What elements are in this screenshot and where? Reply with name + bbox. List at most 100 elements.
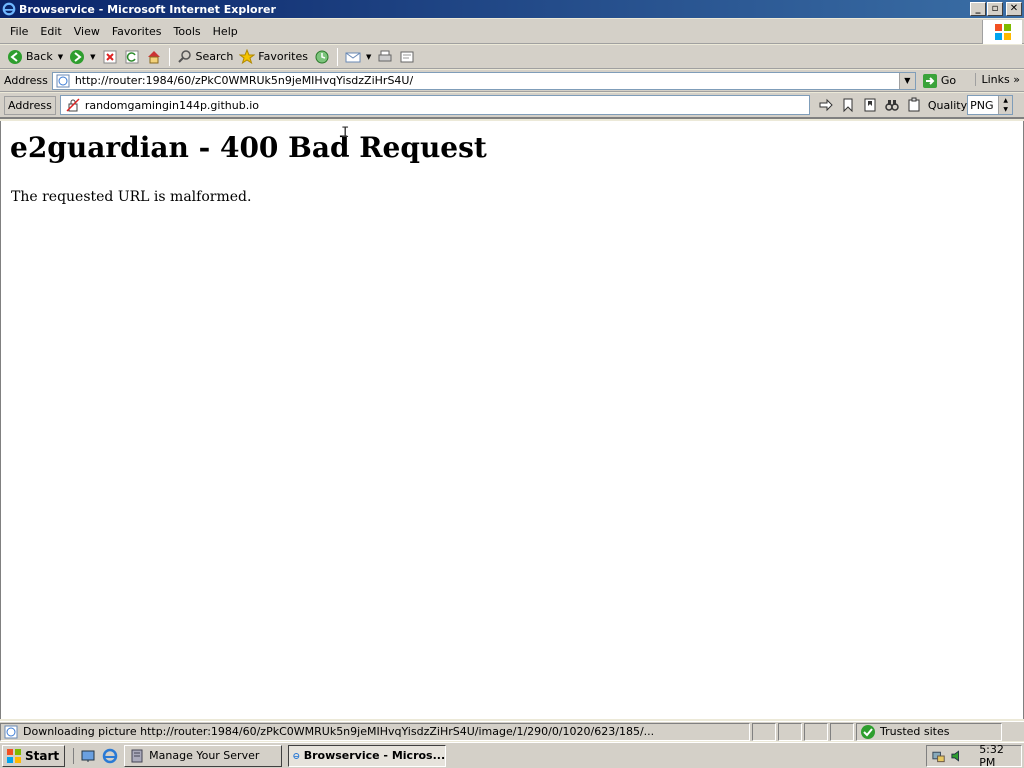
print-button[interactable]: [374, 46, 396, 68]
quick-launch: [73, 747, 118, 764]
edit-page-icon: [400, 51, 414, 62]
back-button[interactable]: Back ▼: [4, 46, 66, 68]
refresh-icon: [125, 50, 138, 63]
forward-arrow-icon: [70, 49, 85, 64]
chevron-down-icon[interactable]: ▼: [90, 53, 95, 61]
browservice-url: randomgamingin144p.github.io: [84, 98, 259, 112]
address-dropdown-button[interactable]: ▼: [898, 72, 915, 89]
menu-edit[interactable]: Edit: [34, 25, 67, 38]
printer-icon: [378, 50, 392, 61]
edit-button[interactable]: [396, 46, 418, 68]
mail-icon: [345, 52, 361, 62]
window-title: Browservice - Microsoft Internet Explore…: [19, 2, 276, 16]
history-icon: [315, 50, 329, 63]
chevron-right-icon: »: [1013, 73, 1020, 86]
browservice-toolbar: Address randomgamingin144p.github.io Qua…: [0, 93, 1024, 119]
status-cell: [830, 722, 854, 741]
links-toolbar[interactable]: Links »: [974, 73, 1020, 86]
back-arrow-icon: [8, 49, 22, 64]
chevron-down-icon[interactable]: ▼: [366, 53, 371, 61]
navigate-arrow-icon[interactable]: [818, 97, 834, 113]
address-input[interactable]: http://router:1984/60/zPkC0WMRUk5n9jeMIH…: [51, 71, 916, 90]
standard-toolbar: Back ▼ ▼ Search Favorites ▼: [0, 45, 1024, 69]
page-icon: [56, 74, 70, 87]
show-desktop-icon[interactable]: [80, 748, 96, 764]
security-zone[interactable]: Trusted sites: [856, 722, 1002, 741]
chevron-down-icon[interactable]: ▼: [58, 53, 63, 61]
title-bar: Browservice - Microsoft Internet Explore…: [0, 0, 1024, 18]
task-browservice[interactable]: Browservice - Micros...: [288, 744, 447, 767]
forward-button[interactable]: ▼: [66, 46, 98, 68]
text-cursor-icon: I: [341, 125, 350, 141]
favorites-button[interactable]: Favorites: [236, 46, 311, 68]
task-manage-your-server[interactable]: Manage Your Server: [124, 744, 283, 767]
windows-logo-icon: [7, 748, 21, 763]
ie-icon: [293, 752, 300, 759]
quality-label: Quality: [927, 98, 968, 112]
start-label: Start: [25, 748, 60, 763]
address-label: Address: [4, 74, 48, 87]
start-button[interactable]: Start: [2, 744, 66, 767]
browservice-address-input[interactable]: randomgamingin144p.github.io: [59, 95, 810, 115]
status-text-area: Downloading picture http://router:1984/6…: [0, 722, 750, 741]
bookmark-icon[interactable]: [840, 97, 856, 113]
back-label: Back: [26, 50, 53, 63]
task-label: Manage Your Server: [149, 749, 260, 762]
ie-icon[interactable]: [102, 748, 118, 764]
status-bar: Downloading picture http://router:1984/6…: [0, 721, 1024, 741]
links-label: Links: [981, 73, 1010, 86]
browservice-address-label: Address: [4, 95, 56, 115]
refresh-button[interactable]: [121, 46, 143, 68]
close-button[interactable]: ✕: [1006, 2, 1022, 16]
menu-file[interactable]: File: [4, 25, 34, 38]
menu-help[interactable]: Help: [207, 25, 244, 38]
window-controls: _ ▫ ✕: [969, 2, 1022, 16]
quality-spinner[interactable]: ▲ ▼: [998, 96, 1013, 114]
maximize-button[interactable]: ▫: [987, 2, 1003, 16]
ie-icon: [2, 2, 16, 16]
server-icon: [131, 749, 143, 762]
find-icon[interactable]: [884, 97, 900, 113]
address-bar: Address http://router:1984/60/zPkC0WMRUk…: [0, 70, 1024, 92]
stop-button[interactable]: [99, 46, 121, 68]
task-label: Browservice - Micros...: [303, 749, 446, 762]
page-content[interactable]: e2guardian - 400 Bad Request The request…: [0, 121, 1024, 719]
clipboard-icon[interactable]: [906, 97, 922, 113]
menu-favorites[interactable]: Favorites: [106, 25, 168, 38]
quality-value: PNG: [970, 98, 994, 112]
clock[interactable]: 5:32 PM: [979, 743, 1021, 768]
quality-selector[interactable]: PNG ▲ ▼: [967, 95, 1014, 115]
go-arrow-icon: [922, 73, 937, 88]
go-button[interactable]: Go: [922, 73, 956, 89]
page-loading-icon: [4, 725, 18, 738]
system-tray: 5:32 PM: [926, 743, 1022, 768]
status-cell: [804, 722, 828, 741]
toolbar-separator: [337, 47, 338, 66]
search-label: Search: [195, 50, 234, 63]
menu-bar: File Edit View Favorites Tools Help: [0, 19, 1024, 44]
mail-button[interactable]: ▼: [342, 46, 374, 68]
home-button[interactable]: [143, 46, 165, 68]
network-icon[interactable]: [931, 748, 946, 764]
search-icon: [177, 49, 191, 63]
bookmarks-list-icon[interactable]: [862, 97, 878, 113]
insecure-lock-icon: [66, 98, 80, 112]
taskbar: Start Manage Your Server Browservice - M…: [0, 742, 1024, 768]
security-zone-label: Trusted sites: [880, 725, 950, 738]
go-label: Go: [940, 74, 957, 87]
history-button[interactable]: [311, 46, 333, 68]
star-icon: [239, 48, 256, 64]
home-icon: [147, 50, 160, 63]
menu-tools[interactable]: Tools: [168, 25, 207, 38]
minimize-button[interactable]: _: [970, 2, 986, 16]
menu-view[interactable]: View: [68, 25, 106, 38]
volume-icon[interactable]: [950, 748, 965, 764]
status-cell: [752, 722, 776, 741]
page-message: The requested URL is malformed.: [11, 189, 252, 205]
page-heading: e2guardian - 400 Bad Request: [10, 131, 487, 164]
windows-logo-icon: [982, 20, 1022, 44]
status-cell: [778, 722, 802, 741]
favorites-label: Favorites: [258, 50, 308, 63]
status-text: Downloading picture http://router:1984/6…: [23, 725, 655, 738]
search-button[interactable]: Search: [174, 46, 237, 68]
